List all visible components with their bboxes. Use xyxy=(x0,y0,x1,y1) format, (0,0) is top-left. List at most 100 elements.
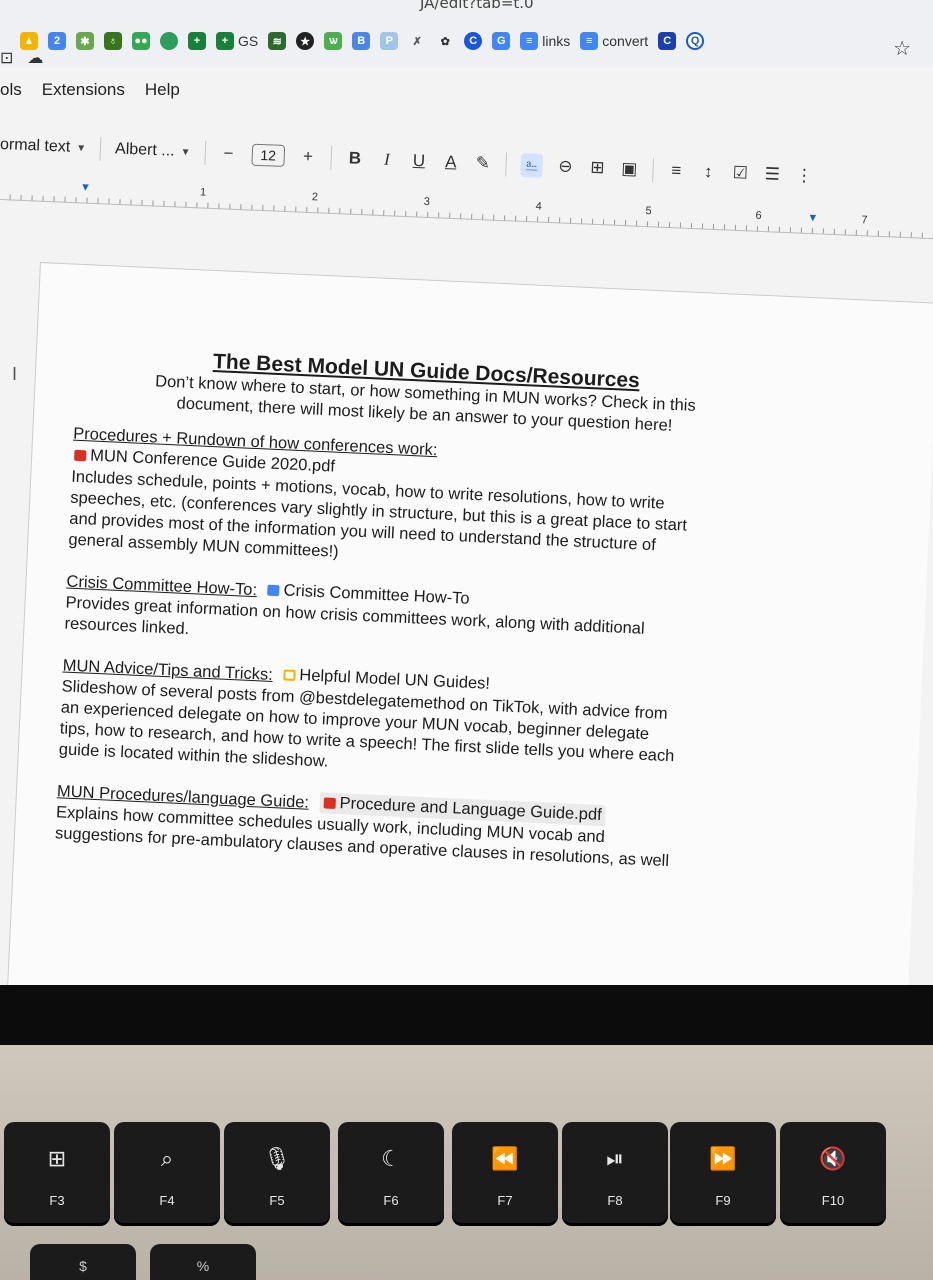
bookmark-p[interactable]: P xyxy=(380,32,399,50)
divider xyxy=(99,136,102,161)
numbered-list-icon[interactable]: ⋮ xyxy=(795,166,814,187)
frog-icon: ѡ xyxy=(324,32,343,50)
key-f7[interactable]: ⏪ F7 xyxy=(452,1122,558,1226)
spellcheck-icon[interactable]: ⎁ xyxy=(520,153,543,178)
bookmark-convert-label: convert xyxy=(602,33,649,49)
chevron-down-icon: ▼ xyxy=(180,146,191,158)
b-icon: B xyxy=(352,32,371,50)
star-badge-icon: ★ xyxy=(296,32,315,50)
bookmark-c-square[interactable]: C xyxy=(658,32,677,50)
text-color-button[interactable]: A xyxy=(442,152,461,173)
italic-button[interactable]: I xyxy=(378,150,397,171)
c-circle-icon: C xyxy=(464,32,483,50)
chevron-down-icon: ▼ xyxy=(75,142,87,154)
key-f5[interactable]: 🎙 F5 xyxy=(224,1122,330,1226)
bookmark-x[interactable]: ✗ xyxy=(408,32,426,50)
bookmark-calendar[interactable]: 2 xyxy=(48,32,66,50)
bag-icon: ♁ xyxy=(104,32,122,50)
mute-icon: 🔇 xyxy=(819,1146,847,1171)
bookmark-plus[interactable]: + xyxy=(188,32,206,50)
bookmark-c-circle[interactable]: C xyxy=(464,32,483,50)
key-label: F5 xyxy=(269,1193,285,1208)
ruler-number: 6 xyxy=(755,209,762,222)
bookmark-gs-label: GS xyxy=(238,33,259,49)
menu-tools[interactable]: ols xyxy=(0,80,22,100)
key-label: F6 xyxy=(383,1193,399,1208)
bookmark-puzzle[interactable]: ✱ xyxy=(76,32,94,50)
menu-bar: ols Extensions Help xyxy=(0,70,933,110)
bookmark-frog[interactable]: ѡ xyxy=(324,32,343,50)
bookmark-gs[interactable]: + GS xyxy=(216,32,258,50)
insert-image-icon[interactable]: ▣ xyxy=(620,159,639,180)
ruler-number: 3 xyxy=(423,195,431,209)
pdf-icon xyxy=(323,797,336,809)
key-label: F4 xyxy=(159,1193,175,1208)
laptop-screen: JA/edit?tab=t.0 ▲ 2 ✱ ♁ ●● + + GS ≋ ★ ѡ B… xyxy=(0,0,933,990)
key-f10[interactable]: 🔇 F10 xyxy=(780,1122,886,1226)
key-5[interactable]: % xyxy=(150,1244,256,1280)
bookmark-openai[interactable]: ✿ xyxy=(436,32,454,50)
document-page[interactable]: The Best Model UN Guide Docs/Resources D… xyxy=(5,262,933,990)
bookmark-links[interactable]: ≡ links xyxy=(520,32,570,50)
line-spacing-icon[interactable]: ↕ xyxy=(699,162,718,183)
indent-marker-icon[interactable]: ▼ xyxy=(80,181,91,193)
bookmark-star-badge[interactable]: ★ xyxy=(296,32,315,50)
key-f6[interactable]: ☾ F6 xyxy=(338,1122,444,1226)
q-icon: Q xyxy=(686,32,705,50)
search-icon: ⌕ xyxy=(160,1146,174,1171)
puzzle-icon: ✱ xyxy=(76,32,94,50)
key-f8[interactable]: ⏯ F8 xyxy=(562,1122,668,1226)
divider xyxy=(651,158,654,183)
increase-font-button[interactable]: + xyxy=(299,146,318,167)
key-symbol: % xyxy=(196,1258,210,1274)
text-cursor-icon: I xyxy=(12,364,18,384)
align-icon[interactable]: ≡ xyxy=(667,161,686,182)
link-icon[interactable]: ⊖ xyxy=(556,156,575,177)
bookmark-b[interactable]: B xyxy=(352,32,371,50)
key-4[interactable]: $ xyxy=(30,1244,136,1280)
key-f9[interactable]: ⏩ F9 xyxy=(670,1122,776,1226)
section-procedures: Procedures + Rundown of how conferences … xyxy=(68,424,773,583)
ruler-number: 7 xyxy=(861,214,868,227)
bookmark-eyes[interactable]: ●● xyxy=(132,32,150,50)
url-fragment[interactable]: JA/edit?tab=t.0 xyxy=(420,0,534,12)
font-size-input[interactable]: 12 xyxy=(251,143,286,167)
right-indent-marker-icon[interactable]: ▼ xyxy=(807,212,818,224)
bookmark-book[interactable]: ≋ xyxy=(268,32,287,50)
key-label: F8 xyxy=(607,1193,623,1208)
bold-button[interactable]: B xyxy=(346,148,365,169)
style-value: ormal text xyxy=(0,136,71,156)
key-f4[interactable]: ⌕ F4 xyxy=(114,1122,220,1226)
bookmark-star-icon[interactable]: ☆ xyxy=(893,36,911,61)
bookmark-g[interactable]: G xyxy=(492,32,511,50)
menu-help[interactable]: Help xyxy=(145,80,180,100)
highlight-icon[interactable]: ✎ xyxy=(473,153,492,174)
key-f3[interactable]: ⊞ F3 xyxy=(4,1122,110,1226)
add-comment-icon[interactable]: ⊞ xyxy=(588,158,607,179)
fast-forward-icon: ⏩ xyxy=(709,1146,737,1171)
docs-icon: ≡ xyxy=(520,32,539,50)
cloud-saved-icon[interactable]: ☁ xyxy=(27,48,43,68)
checklist-icon[interactable]: ☑ xyxy=(731,163,750,184)
style-dropdown[interactable]: ormal text ▼ xyxy=(0,136,86,157)
key-label: F10 xyxy=(821,1193,845,1208)
section-advice: MUN Advice/Tips and Tricks: Helpful Mode… xyxy=(58,654,762,792)
bookmark-leaf[interactable] xyxy=(160,32,178,50)
docs-icon: ≡ xyxy=(580,32,599,50)
calendar-icon: 2 xyxy=(48,32,66,50)
g-icon: G xyxy=(492,32,511,50)
bookmark-convert[interactable]: ≡ convert xyxy=(580,32,648,50)
bullet-list-icon[interactable]: ☰ xyxy=(763,164,782,185)
decrease-font-button[interactable]: − xyxy=(219,143,238,164)
moon-icon: ☾ xyxy=(381,1146,401,1171)
plus-icon: + xyxy=(188,32,206,50)
font-dropdown[interactable]: Albert ... ▼ xyxy=(115,140,191,161)
key-label: F3 xyxy=(49,1193,65,1208)
underline-button[interactable]: U xyxy=(410,151,429,172)
document-body[interactable]: The Best Model UN Guide Docs/Resources D… xyxy=(54,345,777,896)
bookmark-bag[interactable]: ♁ xyxy=(104,32,122,50)
move-icon[interactable]: ⊡ xyxy=(0,48,13,68)
section-language: MUN Procedures/language Guide: Procedure… xyxy=(55,780,757,876)
menu-extensions[interactable]: Extensions xyxy=(42,80,125,100)
bookmark-q[interactable]: Q xyxy=(686,32,705,50)
